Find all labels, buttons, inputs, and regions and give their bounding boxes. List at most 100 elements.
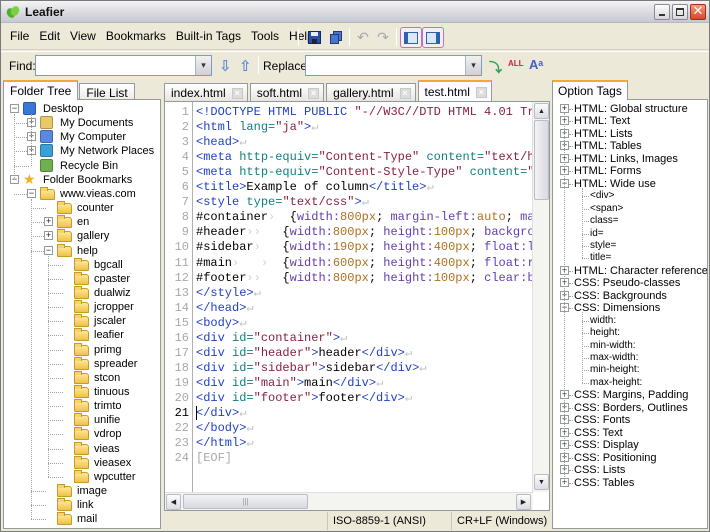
- tab-test-html[interactable]: test.html ×: [417, 80, 492, 101]
- option-tag-group[interactable]: + CSS: Display: [553, 439, 707, 451]
- code-line[interactable]: #header›› {width:800px; height:100px; ba…: [196, 225, 532, 240]
- redo-button[interactable]: ↷: [373, 27, 393, 47]
- option-tag-group[interactable]: − HTML: Wide use: [553, 178, 707, 190]
- option-tag-item[interactable]: style=: [553, 240, 707, 252]
- tree-item[interactable]: jcropper: [4, 300, 160, 314]
- option-tag-group[interactable]: + HTML: Links, Images: [553, 153, 707, 165]
- collapse-icon[interactable]: −: [44, 245, 53, 255]
- code-line[interactable]: <title>Example of column</title>↵: [196, 180, 434, 195]
- tree-item[interactable]: − ★ Folder Bookmarks: [4, 172, 160, 187]
- tree-item[interactable]: trimto: [4, 399, 160, 413]
- option-tag-group[interactable]: + CSS: Borders, Outlines: [553, 402, 707, 414]
- tree-item[interactable]: unifie: [4, 413, 160, 427]
- scroll-right-button[interactable]: ▶: [516, 494, 531, 510]
- find-input[interactable]: [36, 56, 211, 75]
- option-tag-group[interactable]: + HTML: Tables: [553, 140, 707, 152]
- code-line[interactable]: <meta http-equiv="Content-Style-Type" co…: [196, 165, 532, 180]
- tree-item[interactable]: stcon: [4, 370, 160, 385]
- option-tag-item[interactable]: title=: [553, 252, 707, 264]
- scroll-down-button[interactable]: ▼: [534, 474, 549, 490]
- code-line[interactable]: <div id="sidebar">sidebar</div>↵: [196, 361, 427, 376]
- toggle-right-pane-button[interactable]: [422, 27, 444, 48]
- status-encoding[interactable]: ISO-8859-1 (ANSI): [327, 512, 451, 530]
- close-tab-icon[interactable]: ×: [308, 87, 320, 99]
- expand-icon[interactable]: +: [560, 104, 569, 113]
- tree-item[interactable]: vieas: [4, 441, 160, 456]
- find-combobox[interactable]: ▾: [35, 55, 212, 76]
- close-tab-icon[interactable]: ×: [231, 87, 243, 99]
- vertical-scroll-thumb[interactable]: [534, 120, 549, 200]
- menu-edit[interactable]: Edit: [34, 29, 65, 43]
- code-line[interactable]: <div id="container">↵: [196, 331, 347, 346]
- option-tags-tree[interactable]: + HTML: Global structure + HTML: Text + HTML:…: [552, 99, 708, 529]
- tree-item[interactable]: link: [4, 498, 160, 512]
- find-prev-up-button[interactable]: ⇧: [239, 57, 252, 75]
- tab-option-tags[interactable]: Option Tags: [552, 80, 628, 100]
- menu-tools[interactable]: Tools: [246, 29, 284, 43]
- tree-item[interactable]: bgcall: [4, 257, 160, 272]
- option-tag-group[interactable]: + CSS: Tables: [553, 477, 707, 489]
- tab-file-list[interactable]: File List: [79, 83, 135, 100]
- scroll-up-button[interactable]: ▲: [534, 103, 549, 119]
- code-line[interactable]: </html>↵: [196, 436, 254, 451]
- find-next-down-button[interactable]: ⇩: [219, 57, 232, 75]
- code-line[interactable]: <style type="text/css">↵: [196, 195, 369, 210]
- tree-item[interactable]: image: [4, 484, 160, 498]
- code-editor[interactable]: 1 2 3 4 5 6 7 8 9 10 11 12 13 14 15 16 17 18 19 20 21 22 23 24 …: [164, 101, 550, 511]
- option-tag-group[interactable]: + HTML: Text: [553, 115, 707, 127]
- tree-item[interactable]: tinuous: [4, 385, 160, 399]
- option-tag-group[interactable]: + CSS: Pseudo-classes: [553, 277, 707, 289]
- tab-folder-tree[interactable]: Folder Tree: [3, 80, 79, 100]
- code-line[interactable]: <head>↵: [196, 135, 246, 150]
- close-tab-icon[interactable]: ×: [475, 86, 487, 98]
- option-tag-item[interactable]: class=: [553, 215, 707, 227]
- tree-item[interactable]: leafier: [4, 328, 160, 342]
- tree-item[interactable]: mail: [4, 512, 160, 526]
- option-tag-item[interactable]: min-height:: [553, 364, 707, 376]
- option-tag-group[interactable]: + HTML: Character references: [553, 265, 707, 277]
- tree-item[interactable]: dualwiz: [4, 285, 160, 300]
- option-tag-item[interactable]: width:: [553, 315, 707, 327]
- scroll-left-button[interactable]: ◀: [166, 494, 181, 510]
- tree-item[interactable]: + My Computer: [4, 130, 160, 144]
- code-line[interactable]: <div id="footer">footer</div>↵: [196, 391, 412, 406]
- vertical-scrollbar[interactable]: ▲ ▼: [532, 102, 549, 492]
- code-line[interactable]: <meta http-equiv="Content-Type" content=…: [196, 150, 532, 165]
- close-button[interactable]: ✕: [690, 3, 706, 20]
- option-tag-group[interactable]: + HTML: Global structure: [553, 103, 707, 115]
- tree-item[interactable]: jscaler: [4, 314, 160, 328]
- replace-dropdown-button[interactable]: ▾: [465, 56, 481, 75]
- tree-item[interactable]: − Desktop: [4, 102, 160, 116]
- tree-item[interactable]: + en: [4, 215, 160, 229]
- menu-view[interactable]: View: [65, 29, 101, 43]
- tree-item[interactable]: − www.vieas.com: [4, 186, 160, 201]
- toggle-left-pane-button[interactable]: [400, 27, 422, 48]
- tree-item[interactable]: + My Documents: [4, 116, 160, 130]
- tree-item[interactable]: − help: [4, 243, 160, 258]
- tree-item[interactable]: counter: [4, 201, 160, 215]
- save-button[interactable]: [304, 27, 324, 47]
- code-line[interactable]: #main› › {width:600px; height:400px; flo…: [196, 256, 532, 271]
- horizontal-scrollbar[interactable]: ◀ ||| ▶: [165, 492, 533, 510]
- tab-soft-html[interactable]: soft.html ×: [249, 83, 325, 101]
- undo-button[interactable]: ↶: [353, 27, 373, 47]
- replace-next-icon[interactable]: ⤵: [489, 57, 502, 76]
- tree-item[interactable]: + gallery: [4, 229, 160, 243]
- expand-icon[interactable]: +: [44, 217, 53, 227]
- code-line[interactable]: <div id="main">main</div>↵: [196, 376, 383, 391]
- tree-item[interactable]: + My Network Places: [4, 144, 160, 158]
- close-tab-icon[interactable]: ×: [399, 87, 411, 99]
- code-line[interactable]: #container› {width:800px; margin-left:au…: [196, 210, 532, 225]
- menu-bookmarks[interactable]: Bookmarks: [101, 29, 171, 43]
- tree-item[interactable]: primg: [4, 342, 160, 357]
- tree-item[interactable]: vdrop: [4, 427, 160, 441]
- minimize-button[interactable]: [654, 4, 670, 20]
- maximize-button[interactable]: [672, 4, 688, 20]
- option-tag-group[interactable]: + HTML: Forms: [553, 165, 707, 177]
- tree-item[interactable]: vieasex: [4, 455, 160, 470]
- folder-tree[interactable]: − Desktop + My Documents + My Computer + My Net…: [3, 99, 161, 529]
- code-line[interactable]: <html lang="ja">↵: [196, 120, 318, 135]
- code-line[interactable]: [EOF]: [196, 451, 232, 466]
- option-tag-item[interactable]: max-width:: [553, 352, 707, 364]
- option-tag-group[interactable]: + CSS: Lists: [553, 464, 707, 476]
